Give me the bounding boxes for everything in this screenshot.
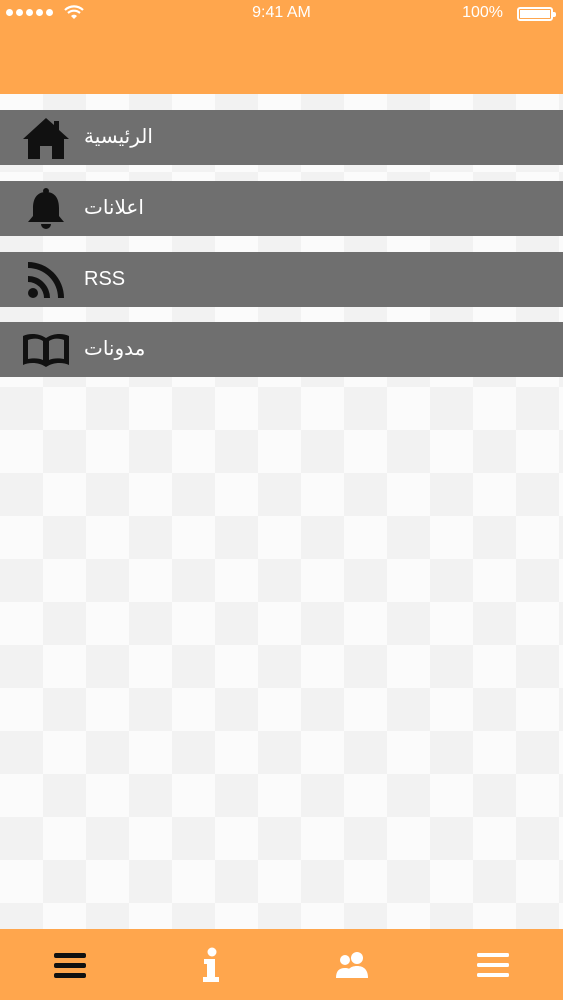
- users-icon: [336, 951, 368, 978]
- bottom-tab-bar: [0, 929, 563, 1000]
- tab-menu[interactable]: [0, 929, 140, 1000]
- book-icon: [20, 329, 72, 371]
- battery-percentage: 100%: [462, 4, 503, 21]
- rss-icon: [20, 259, 72, 301]
- list-icon: [477, 952, 509, 977]
- status-bar: 9:41 AM 100%: [0, 0, 563, 26]
- menu-item-label: مدونات: [84, 338, 146, 360]
- info-icon: [203, 947, 219, 982]
- battery-icon: [517, 7, 556, 21]
- bell-icon: [20, 188, 72, 230]
- menu-item-label: اعلانات: [84, 197, 144, 219]
- tab-info[interactable]: [141, 929, 281, 1000]
- menu-item-home[interactable]: الرئيسية: [0, 110, 563, 165]
- tab-users[interactable]: [282, 929, 422, 1000]
- menu-item-announcements[interactable]: اعلانات: [0, 181, 563, 236]
- menu-item-rss[interactable]: RSS: [0, 252, 563, 307]
- menu-item-label: الرئيسية: [84, 126, 153, 148]
- app-header: [0, 26, 563, 94]
- menu-item-blogs[interactable]: مدونات: [0, 322, 563, 377]
- tab-list[interactable]: [423, 929, 563, 1000]
- menu-icon: [54, 952, 86, 978]
- menu-item-label: RSS: [84, 268, 126, 290]
- home-icon: [20, 117, 72, 159]
